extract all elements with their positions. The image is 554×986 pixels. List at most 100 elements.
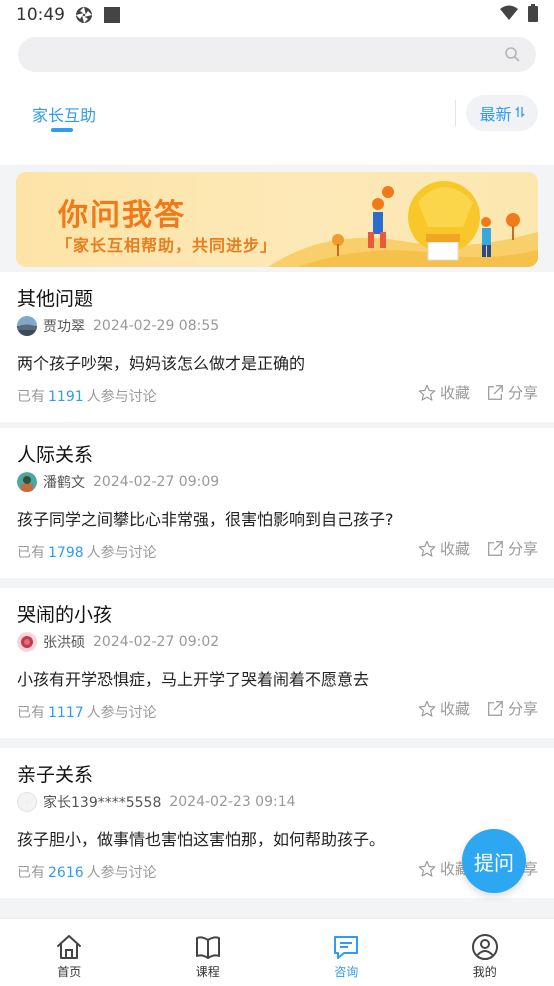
post-stats: 已有 1117 人参与讨论 xyxy=(17,702,157,722)
chat-icon xyxy=(334,936,359,959)
avatar xyxy=(17,472,37,492)
collect-label: 收藏 xyxy=(439,700,470,718)
post-category: 其他问题 xyxy=(17,288,94,310)
share-icon xyxy=(488,384,503,400)
tab-active-indicator xyxy=(51,128,73,132)
share-label: 分享 xyxy=(507,384,538,402)
share-label: 分享 xyxy=(507,700,538,718)
post-stats: 已有 1798 人参与讨论 xyxy=(17,542,157,562)
participant-count: 1117 xyxy=(48,705,84,721)
nav-consult[interactable]: 咨询 xyxy=(277,919,416,986)
ask-question-button[interactable]: 提问 xyxy=(462,829,526,893)
status-time: 10:49 xyxy=(16,5,65,25)
star-icon xyxy=(418,700,436,717)
participant-count: 2616 xyxy=(48,865,84,881)
stats-prefix: 已有 xyxy=(17,545,45,561)
post-stats: 已有 2616 人参与讨论 xyxy=(17,862,157,882)
nav-consult-label: 咨询 xyxy=(334,965,359,979)
stop-icon xyxy=(103,6,121,24)
post-author: 家长139****5558 xyxy=(43,795,162,811)
stats-prefix: 已有 xyxy=(17,705,45,721)
post-question[interactable]: 小孩有开学恐惧症，马上开学了哭着闹着不愿意去 xyxy=(17,666,369,690)
sort-arrows-icon xyxy=(515,104,525,123)
banner-title: 你问我答 xyxy=(58,198,186,233)
collect-button[interactable]: 收藏 xyxy=(418,698,470,719)
avatar: · xyxy=(17,792,37,812)
post-meta: 张洪硕 2024-02-27 09:02 xyxy=(17,632,219,652)
stats-suffix: 人参与讨论 xyxy=(86,545,157,561)
post-date: 2024-02-27 09:09 xyxy=(93,474,220,490)
status-bar: 10:49 xyxy=(0,0,554,30)
participant-count: 1191 xyxy=(48,389,84,405)
share-button[interactable]: 分享 xyxy=(486,698,538,719)
ask-question-label: 提问 xyxy=(474,850,514,875)
share-label: 分享 xyxy=(507,540,538,558)
post-meta: · 家长139****5558 2024-02-23 09:14 xyxy=(17,792,296,812)
post-date: 2024-02-23 09:14 xyxy=(169,794,296,810)
post-category: 哭闹的小孩 xyxy=(17,604,113,626)
qa-banner[interactable]: 你问我答 「家长互相帮助，共同进步」 xyxy=(16,172,538,267)
post-meta: 贾功翠 2024-02-29 08:55 xyxy=(17,316,219,336)
collect-label: 收藏 xyxy=(439,384,470,402)
aperture-icon xyxy=(75,6,93,24)
post-date: 2024-02-29 08:55 xyxy=(93,318,220,334)
collect-button[interactable]: 收藏 xyxy=(418,382,470,403)
avatar xyxy=(17,632,37,652)
battery-icon xyxy=(528,3,538,27)
post-author: 张洪硕 xyxy=(43,635,85,651)
post-actions: 收藏 分享 xyxy=(402,698,538,719)
nav-home[interactable]: 首页 xyxy=(0,919,139,986)
share-icon xyxy=(488,700,503,716)
post-category: 亲子关系 xyxy=(17,764,94,786)
post-date: 2024-02-27 09:02 xyxy=(93,634,220,650)
post-card[interactable]: 其他问题 贾功翠 2024-02-29 08:55 两个孩子吵架，妈妈该怎么做才… xyxy=(0,272,554,422)
post-card[interactable]: 人际关系 潘鹤文 2024-02-27 09:09 孩子同学之间攀比心非常强，很… xyxy=(0,428,554,578)
bottom-nav: 首页 课程 咨询 我的 xyxy=(0,918,554,986)
search-input[interactable] xyxy=(18,37,536,72)
share-button[interactable]: 分享 xyxy=(486,382,538,403)
post-author: 潘鹤文 xyxy=(43,475,85,491)
nav-home-label: 首页 xyxy=(57,965,82,979)
svg-text:·: · xyxy=(26,799,28,807)
profile-icon xyxy=(471,934,498,960)
tab-parent-mutual-help[interactable]: 家长互助 xyxy=(32,102,96,126)
collect-label: 收藏 xyxy=(439,540,470,558)
post-stats: 已有 1191 人参与讨论 xyxy=(17,386,157,406)
post-question[interactable]: 孩子同学之间攀比心非常强，很害怕影响到自己孩子? xyxy=(17,506,394,530)
nav-profile-label: 我的 xyxy=(472,965,497,979)
sort-label: 最新 xyxy=(479,105,512,124)
star-icon xyxy=(418,384,436,401)
participant-count: 1798 xyxy=(48,545,84,561)
wifi-icon xyxy=(500,5,518,26)
star-icon xyxy=(418,540,436,557)
post-actions: 收藏 分享 xyxy=(402,538,538,559)
stats-suffix: 人参与讨论 xyxy=(86,705,157,721)
post-meta: 潘鹤文 2024-02-27 09:09 xyxy=(17,472,219,492)
share-button[interactable]: 分享 xyxy=(486,538,538,559)
stats-suffix: 人参与讨论 xyxy=(86,389,157,405)
post-category: 人际关系 xyxy=(17,444,94,466)
avatar xyxy=(17,316,37,336)
stats-prefix: 已有 xyxy=(17,389,45,405)
nav-profile[interactable]: 我的 xyxy=(416,919,554,986)
collect-button[interactable]: 收藏 xyxy=(418,538,470,559)
nav-courses[interactable]: 课程 xyxy=(139,919,278,986)
lightbulb-illustration-icon xyxy=(268,181,538,267)
stats-prefix: 已有 xyxy=(17,865,45,881)
post-card[interactable]: 哭闹的小孩 张洪硕 2024-02-27 09:02 小孩有开学恐惧症，马上开学… xyxy=(0,588,554,738)
top-area: 家长互助 最新 xyxy=(0,30,554,165)
post-actions: 收藏 分享 xyxy=(402,382,538,403)
star-icon xyxy=(418,860,436,877)
book-icon xyxy=(195,936,220,959)
divider xyxy=(455,100,456,126)
sort-button[interactable]: 最新 xyxy=(466,95,538,131)
post-question[interactable]: 孩子胆小，做事情也害怕这害怕那，如何帮助孩子。 xyxy=(17,826,385,850)
search-bar[interactable] xyxy=(18,37,536,72)
share-icon xyxy=(488,540,503,556)
home-icon xyxy=(57,935,82,959)
post-question[interactable]: 两个孩子吵架，妈妈该怎么做才是正确的 xyxy=(17,350,305,374)
nav-courses-label: 课程 xyxy=(195,965,220,979)
stats-suffix: 人参与讨论 xyxy=(86,865,157,881)
post-author: 贾功翠 xyxy=(43,319,85,335)
search-icon[interactable] xyxy=(504,46,520,66)
